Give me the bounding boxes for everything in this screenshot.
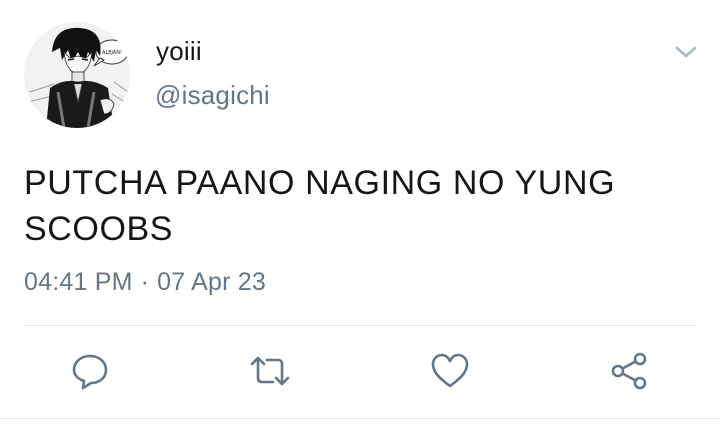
share-button[interactable] xyxy=(609,350,651,392)
tweet-date: 07 Apr 23 xyxy=(157,268,266,296)
like-button[interactable] xyxy=(429,350,471,392)
avatar-illustration: ALEJAN! xyxy=(24,22,130,128)
display-name[interactable]: yoiii xyxy=(156,36,202,67)
avatar[interactable]: ALEJAN! xyxy=(24,22,130,128)
user-handle[interactable]: @isagichi xyxy=(155,80,270,111)
reply-icon xyxy=(72,354,108,390)
heart-icon xyxy=(431,353,469,388)
divider xyxy=(24,325,696,326)
share-icon xyxy=(611,352,647,390)
reply-button[interactable] xyxy=(69,350,111,392)
avatar-caption: ALEJAN! xyxy=(102,50,122,56)
retweet-icon xyxy=(250,356,290,386)
chevron-down-icon[interactable] xyxy=(672,40,700,64)
tweet-card: ALEJAN! yoiii @isagichi PUTCHA PAANO NAG… xyxy=(0,0,720,432)
tweet-time: 04:41 PM xyxy=(24,268,133,296)
tweet-text: PUTCHA PAANO NAGING NO YUNG SCOOBS xyxy=(24,164,616,248)
timestamp-separator: · xyxy=(140,268,150,296)
tweet-timestamp: 04:41 PM · 07 Apr 23 xyxy=(24,268,266,297)
bottom-border xyxy=(0,418,720,419)
retweet-button[interactable] xyxy=(249,350,291,392)
